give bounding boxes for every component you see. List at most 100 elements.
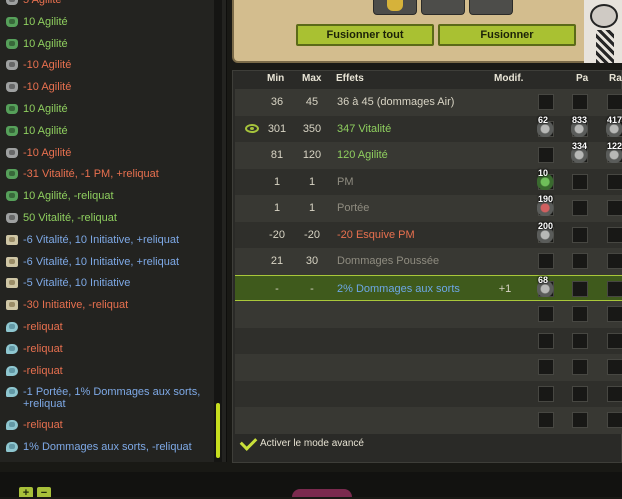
history-item: -10 Agilité (0, 143, 214, 165)
rune-count: 833 (572, 114, 588, 125)
rune-slot-box[interactable] (572, 385, 588, 402)
add-button[interactable]: + (19, 487, 33, 499)
rune-slot-box[interactable] (538, 359, 554, 375)
history-item: -5 Vitalité, 10 Initiative (0, 273, 214, 295)
rune-slot-icon[interactable] (421, 0, 465, 15)
history-scrollbar[interactable] (214, 0, 222, 462)
rune-slot-box[interactable] (538, 332, 554, 349)
max-value: 1 (308, 202, 316, 214)
min-value: 81 (270, 149, 284, 161)
green-rune-icon (6, 16, 18, 27)
advanced-mode-label[interactable]: Activer le mode avancé (260, 438, 364, 449)
rune-slot-box[interactable] (538, 253, 554, 269)
history-item: 10 Agilité (0, 99, 214, 121)
rune-slot-box[interactable] (572, 332, 588, 349)
min-value: 36 (270, 96, 284, 108)
rune-slot-box[interactable] (607, 253, 622, 269)
ornament-icon (292, 489, 352, 497)
rune-slot-box[interactable] (607, 226, 622, 243)
effect-text: 347 Vitalité (337, 122, 392, 135)
eye-icon[interactable] (245, 123, 259, 133)
min-value: 1 (273, 175, 281, 188)
table-row[interactable]: - - 2% Dommages aux sorts +1 68 (235, 274, 622, 301)
dice-rune-icon (6, 256, 18, 267)
table-row[interactable]: 1 1 PM 10 (235, 168, 622, 195)
rune-slot-box[interactable] (607, 412, 622, 428)
effect-text: 120 Agilité (337, 149, 388, 161)
table-row[interactable]: 1 1 Portée 190 (235, 194, 622, 222)
max-value: -20 (304, 228, 320, 241)
history-item: 10 Agilité (0, 34, 214, 56)
history-item-text: 10 Agilité (23, 37, 68, 50)
rune-slot-box[interactable] (607, 173, 622, 190)
effect-text: Dommages Poussée (337, 255, 440, 267)
bubble-rune-icon (6, 365, 18, 376)
history-item-text: -10 Agilité (23, 146, 72, 159)
rune-slot-box[interactable] (538, 147, 554, 163)
rune-slot-box[interactable] (538, 412, 554, 428)
rune-slot-box[interactable] (572, 359, 588, 375)
forge-header: Fusionner tout Fusionner (232, 0, 592, 63)
rune-slot-box[interactable] (572, 226, 588, 243)
max-value: 45 (305, 96, 319, 108)
rune-slot-box[interactable] (607, 332, 622, 349)
history-item: -reliquat (0, 317, 214, 339)
rune-slot-box[interactable] (607, 385, 622, 402)
rune-slot-box[interactable] (607, 280, 622, 297)
history-item: -6 Vitalité, 10 Initiative, +reliquat (0, 230, 214, 252)
max-value: 350 (302, 122, 322, 135)
history-panel: 5 Agilité 10 Agilité 10 Agilité -10 Agilité… (0, 0, 227, 462)
max-value: 120 (302, 149, 322, 161)
rune-slot-box[interactable] (538, 306, 554, 322)
history-item: -31 Vitalité, -1 PM, +reliquat (0, 164, 214, 186)
rune-slot-box[interactable] (538, 385, 554, 402)
min-value: -20 (269, 228, 285, 241)
history-item-text: 10 Agilité (23, 124, 68, 137)
min-value: - (275, 282, 279, 295)
rune-count: 334 (572, 141, 588, 151)
column-header-ra: Ra (609, 73, 622, 84)
merge-button[interactable]: Fusionner (438, 24, 576, 46)
grey-rune-icon (6, 60, 18, 71)
column-header-effects: Effets (336, 73, 364, 84)
history-item-text: -reliquat (23, 342, 63, 355)
rune-slot-box[interactable] (607, 200, 622, 216)
table-row[interactable]: 36 45 36 à 45 (dommages Air) (235, 89, 622, 116)
history-item-text: 1% Dommages aux sorts, -reliquat (23, 441, 192, 454)
rune-slot-box[interactable] (607, 359, 622, 375)
table-row[interactable]: 21 30 Dommages Poussée (235, 248, 622, 275)
history-item-text: -reliquat (23, 364, 63, 377)
rune-slot-box[interactable] (538, 94, 554, 110)
min-value: 21 (270, 255, 284, 267)
green-rune-icon (6, 38, 18, 49)
grey-rune-icon (6, 82, 18, 93)
rune-slot-icon[interactable] (469, 0, 513, 15)
rune-slot-box[interactable] (572, 94, 588, 110)
dice-rune-icon (6, 234, 18, 245)
rune-slot-box[interactable] (572, 200, 588, 216)
history-scrollbar-thumb[interactable] (216, 403, 220, 458)
history-item-text: 50 Vitalité, -reliquat (23, 211, 117, 224)
history-list: 5 Agilité 10 Agilité 10 Agilité -10 Agilité… (0, 0, 214, 459)
rune-slot-box[interactable] (572, 306, 588, 322)
merge-all-button[interactable]: Fusionner tout (296, 24, 434, 46)
dice-rune-icon (6, 278, 18, 289)
rune-count: 190 (538, 194, 554, 204)
rune-slot-box[interactable] (572, 280, 588, 297)
history-item: -10 Agilité (0, 55, 214, 77)
history-item-text: -10 Agilité (23, 81, 72, 94)
rune-slot-box[interactable] (572, 412, 588, 428)
rune-slot-box[interactable] (572, 173, 588, 190)
bubble-rune-icon (6, 420, 18, 431)
item-slot-icon[interactable] (373, 0, 417, 15)
rune-slot-box[interactable] (572, 253, 588, 269)
table-row[interactable]: 301 350 347 Vitalité 62 833 417 (235, 114, 622, 142)
history-item: 10 Agilité (0, 121, 214, 143)
history-item: 5 Agilité (0, 0, 214, 12)
history-item: 1% Dommages aux sorts, -reliquat (0, 437, 214, 459)
remove-button[interactable]: − (37, 487, 51, 499)
table-row[interactable]: -20 -20 -20 Esquive PM 200 (235, 221, 622, 248)
rune-slot-box[interactable] (607, 94, 622, 110)
table-row[interactable]: 81 120 120 Agilité 334 122 (235, 141, 622, 169)
rune-slot-box[interactable] (607, 306, 622, 322)
